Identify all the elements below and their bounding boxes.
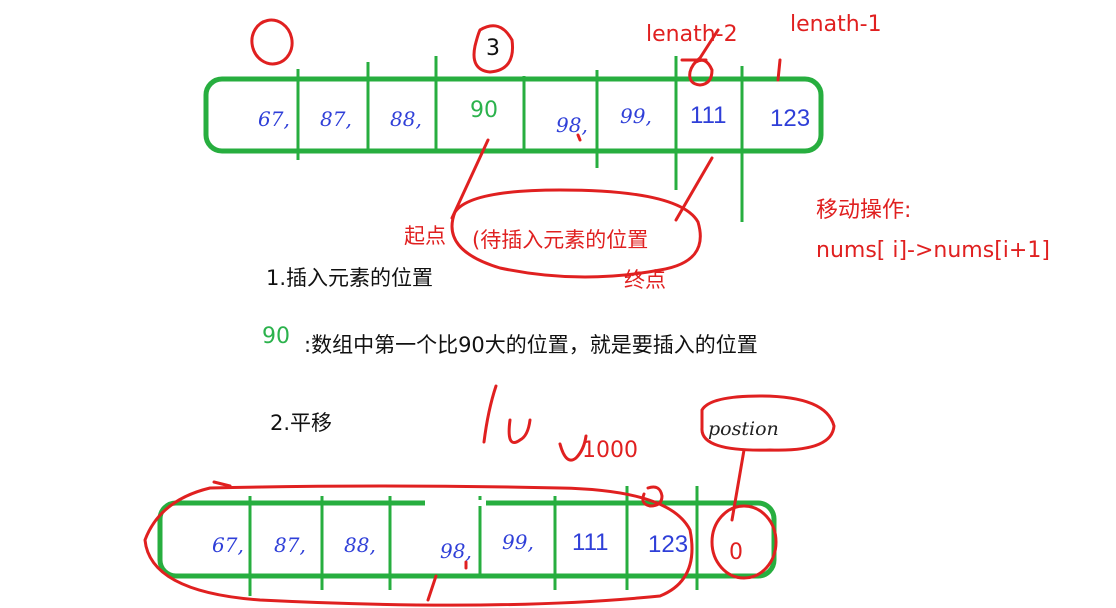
top-cell-5: 99, [620, 104, 652, 128]
label-length-minus-2: lenath-2 [646, 22, 738, 47]
label-index-three: 3 [486, 36, 500, 61]
position-label: postion [708, 418, 779, 440]
bottom-cell-3: 98, [440, 539, 472, 563]
top-cell-4: 98, [556, 113, 588, 137]
top-cell-7: 123 [770, 105, 811, 132]
value-1000-label: 1000 [582, 438, 638, 463]
step1-description: :数组中第一个比90大的位置，就是要插入的位置 [304, 333, 758, 357]
bottom-cell-1: 87, [274, 533, 306, 557]
start-label: 起点 [404, 224, 446, 248]
top-cell-6: 111 [690, 102, 727, 129]
bottom-cell-6: 123 [648, 531, 689, 558]
bottom-cell-4: 99, [502, 530, 534, 554]
bottom-cell-7: 0 [729, 540, 743, 565]
middle-red-scribbles [482, 384, 588, 462]
move-operation-formula: nums[ i]->nums[i+1] [816, 238, 1050, 263]
step2-title: 2.平移 [270, 411, 333, 435]
top-cell-2: 88, [390, 107, 422, 131]
top-cell-3: 90 [470, 98, 498, 123]
bottom-cell-5: 111 [572, 529, 609, 556]
diagram-canvas [143, 18, 836, 607]
top-cell-1: 87, [320, 107, 352, 131]
waiting-position-label: (待插入元素的位置 [472, 228, 649, 252]
step1-title: 1.插入元素的位置 [266, 266, 434, 290]
end-label: 终点 [624, 268, 666, 292]
bottom-cell-2: 88, [344, 533, 376, 557]
move-operation-title: 移动操作: [816, 198, 912, 223]
step1-green-value: 90 [262, 324, 290, 349]
top-cell-0: 67, [258, 107, 290, 131]
label-length-minus-1: lenath-1 [790, 12, 882, 37]
bottom-cell-0: 67, [212, 533, 244, 557]
